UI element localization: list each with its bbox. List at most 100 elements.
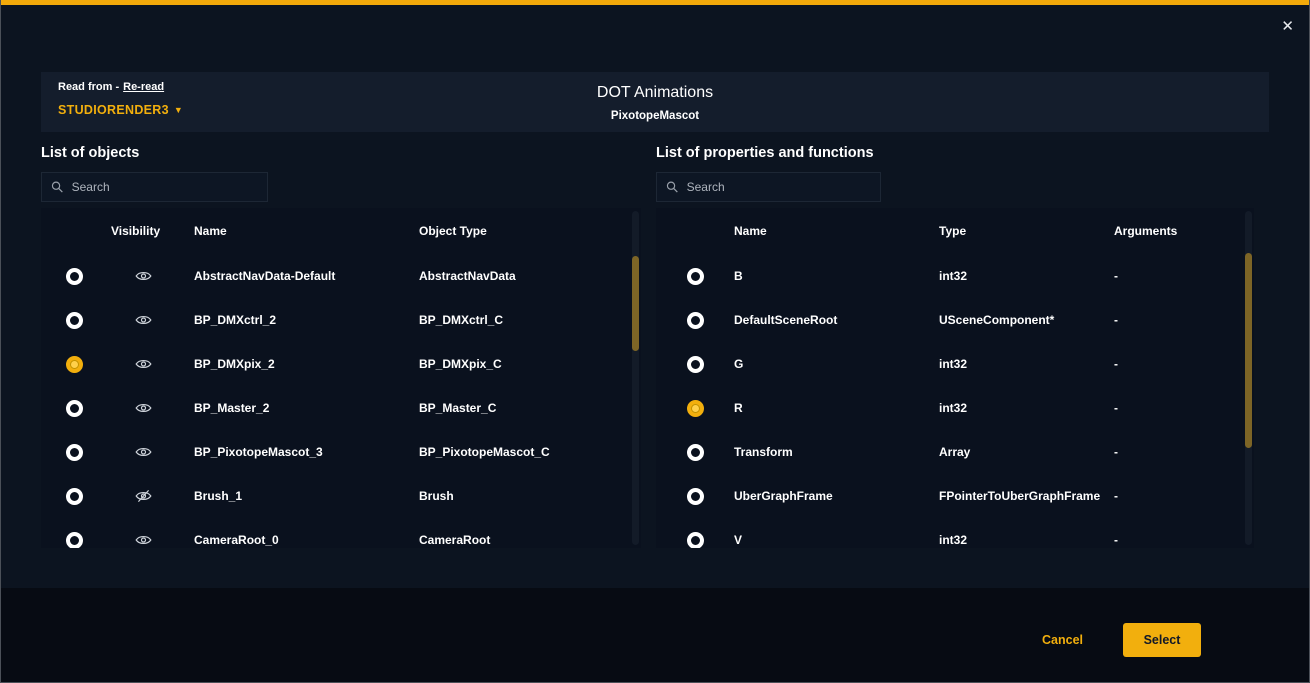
table-row[interactable]: Transform Array - [656, 430, 1254, 474]
table-row[interactable]: BP_PixotopeMascot_3 BP_PixotopeMascot_C [41, 430, 641, 474]
radio-button[interactable] [66, 532, 83, 549]
object-name: CameraRoot_0 [194, 533, 419, 547]
source-selector-dropdown[interactable]: STUDIORENDER3▼ [58, 103, 183, 117]
property-arguments: - [1114, 313, 1254, 327]
objects-table-header: Visibility Name Object Type [41, 208, 641, 254]
search-icon [666, 180, 679, 194]
radio-button[interactable] [66, 488, 83, 505]
radio-button[interactable] [687, 356, 704, 373]
property-arguments: - [1114, 401, 1254, 415]
property-arguments: - [1114, 533, 1254, 547]
property-name: G [734, 357, 939, 371]
radio-button[interactable] [687, 488, 704, 505]
table-row[interactable]: BP_DMXpix_2 BP_DMXpix_C [41, 342, 641, 386]
dialog-title: DOT Animations [41, 84, 1269, 102]
property-type: int32 [939, 401, 1114, 415]
table-row[interactable]: BP_Master_2 BP_Master_C [41, 386, 641, 430]
table-row[interactable]: AbstractNavData-Default AbstractNavData [41, 254, 641, 298]
property-type: int32 [939, 357, 1114, 371]
dialog-footer: Cancel Select [1, 588, 1309, 682]
read-from-label: Read from - [58, 81, 119, 93]
column-header-name: Name [194, 224, 419, 238]
properties-scrollbar-thumb[interactable] [1245, 253, 1252, 448]
source-selector-label: STUDIORENDER3 [58, 103, 169, 117]
search-icon [51, 180, 64, 194]
radio-button[interactable] [66, 400, 83, 417]
eye-icon[interactable] [135, 533, 152, 547]
reread-link[interactable]: Re-read [123, 81, 164, 93]
close-icon[interactable]: ✕ [1281, 19, 1294, 34]
objects-search-box [41, 172, 268, 202]
object-type: Brush [419, 489, 641, 503]
radio-button[interactable] [687, 268, 704, 285]
dialog-titles: DOT Animations PixotopeMascot [41, 72, 1269, 122]
properties-table: Name Type Arguments B int32 - DefaultSce… [656, 208, 1254, 548]
table-row[interactable]: G int32 - [656, 342, 1254, 386]
object-name: BP_DMXpix_2 [194, 357, 419, 371]
table-row[interactable]: B int32 - [656, 254, 1254, 298]
property-arguments: - [1114, 269, 1254, 283]
radio-button[interactable] [687, 312, 704, 329]
properties-panel-title: List of properties and functions [656, 145, 874, 161]
property-arguments: - [1114, 445, 1254, 459]
object-name: BP_PixotopeMascot_3 [194, 445, 419, 459]
object-name: BP_DMXctrl_2 [194, 313, 419, 327]
table-row[interactable]: CameraRoot_0 CameraRoot [41, 518, 641, 548]
object-type: CameraRoot [419, 533, 641, 547]
radio-button[interactable] [687, 532, 704, 549]
column-header-visibility: Visibility [107, 224, 194, 238]
radio-button[interactable] [66, 268, 83, 285]
eye-icon[interactable] [135, 357, 152, 371]
eye-icon[interactable] [135, 269, 152, 283]
eye-icon[interactable] [135, 445, 152, 459]
table-row[interactable]: Brush_1 Brush [41, 474, 641, 518]
object-name: BP_Master_2 [194, 401, 419, 415]
object-type: BP_Master_C [419, 401, 641, 415]
properties-table-body: B int32 - DefaultSceneRoot USceneCompone… [656, 254, 1254, 548]
objects-scrollbar-thumb[interactable] [632, 256, 639, 351]
objects-search-input[interactable] [72, 180, 258, 194]
eye-icon[interactable] [135, 313, 152, 327]
properties-search-box [656, 172, 881, 202]
object-type: BP_DMXpix_C [419, 357, 641, 371]
footer-actions: Cancel Select [1042, 623, 1201, 657]
table-row[interactable]: UberGraphFrame FPointerToUberGraphFrame … [656, 474, 1254, 518]
property-name: Transform [734, 445, 939, 459]
column-header-name: Name [734, 224, 939, 238]
object-type: BP_PixotopeMascot_C [419, 445, 641, 459]
object-name: AbstractNavData-Default [194, 269, 419, 283]
objects-table: Visibility Name Object Type AbstractNavD… [41, 208, 641, 548]
property-name: DefaultSceneRoot [734, 313, 939, 327]
radio-button[interactable] [66, 312, 83, 329]
property-name: UberGraphFrame [734, 489, 939, 503]
property-name: R [734, 401, 939, 415]
dot-animations-dialog: ✕ Read from - Re-read STUDIORENDER3▼ DOT … [0, 0, 1310, 683]
select-button[interactable]: Select [1123, 623, 1201, 657]
property-arguments: - [1114, 489, 1254, 503]
table-row[interactable]: V int32 - [656, 518, 1254, 548]
table-row[interactable]: R int32 - [656, 386, 1254, 430]
column-header-object-type: Object Type [419, 224, 641, 238]
properties-search-input[interactable] [687, 180, 871, 194]
column-header-arguments: Arguments [1114, 224, 1254, 238]
properties-table-header: Name Type Arguments [656, 208, 1254, 254]
radio-button[interactable] [687, 444, 704, 461]
radio-button[interactable] [66, 444, 83, 461]
top-accent-bar [1, 0, 1309, 5]
property-type: Array [939, 445, 1114, 459]
property-type: int32 [939, 269, 1114, 283]
radio-button[interactable] [687, 400, 704, 417]
object-name: Brush_1 [194, 489, 419, 503]
column-header-type: Type [939, 224, 1114, 238]
table-row[interactable]: DefaultSceneRoot USceneComponent* - [656, 298, 1254, 342]
property-arguments: - [1114, 357, 1254, 371]
radio-button[interactable] [66, 356, 83, 373]
property-type: FPointerToUberGraphFrame [939, 489, 1114, 503]
object-type: AbstractNavData [419, 269, 641, 283]
table-row[interactable]: BP_DMXctrl_2 BP_DMXctrl_C [41, 298, 641, 342]
eye-icon[interactable] [135, 401, 152, 415]
cancel-button[interactable]: Cancel [1042, 633, 1083, 647]
eye-off-icon[interactable] [135, 489, 152, 503]
object-type: BP_DMXctrl_C [419, 313, 641, 327]
property-name: B [734, 269, 939, 283]
